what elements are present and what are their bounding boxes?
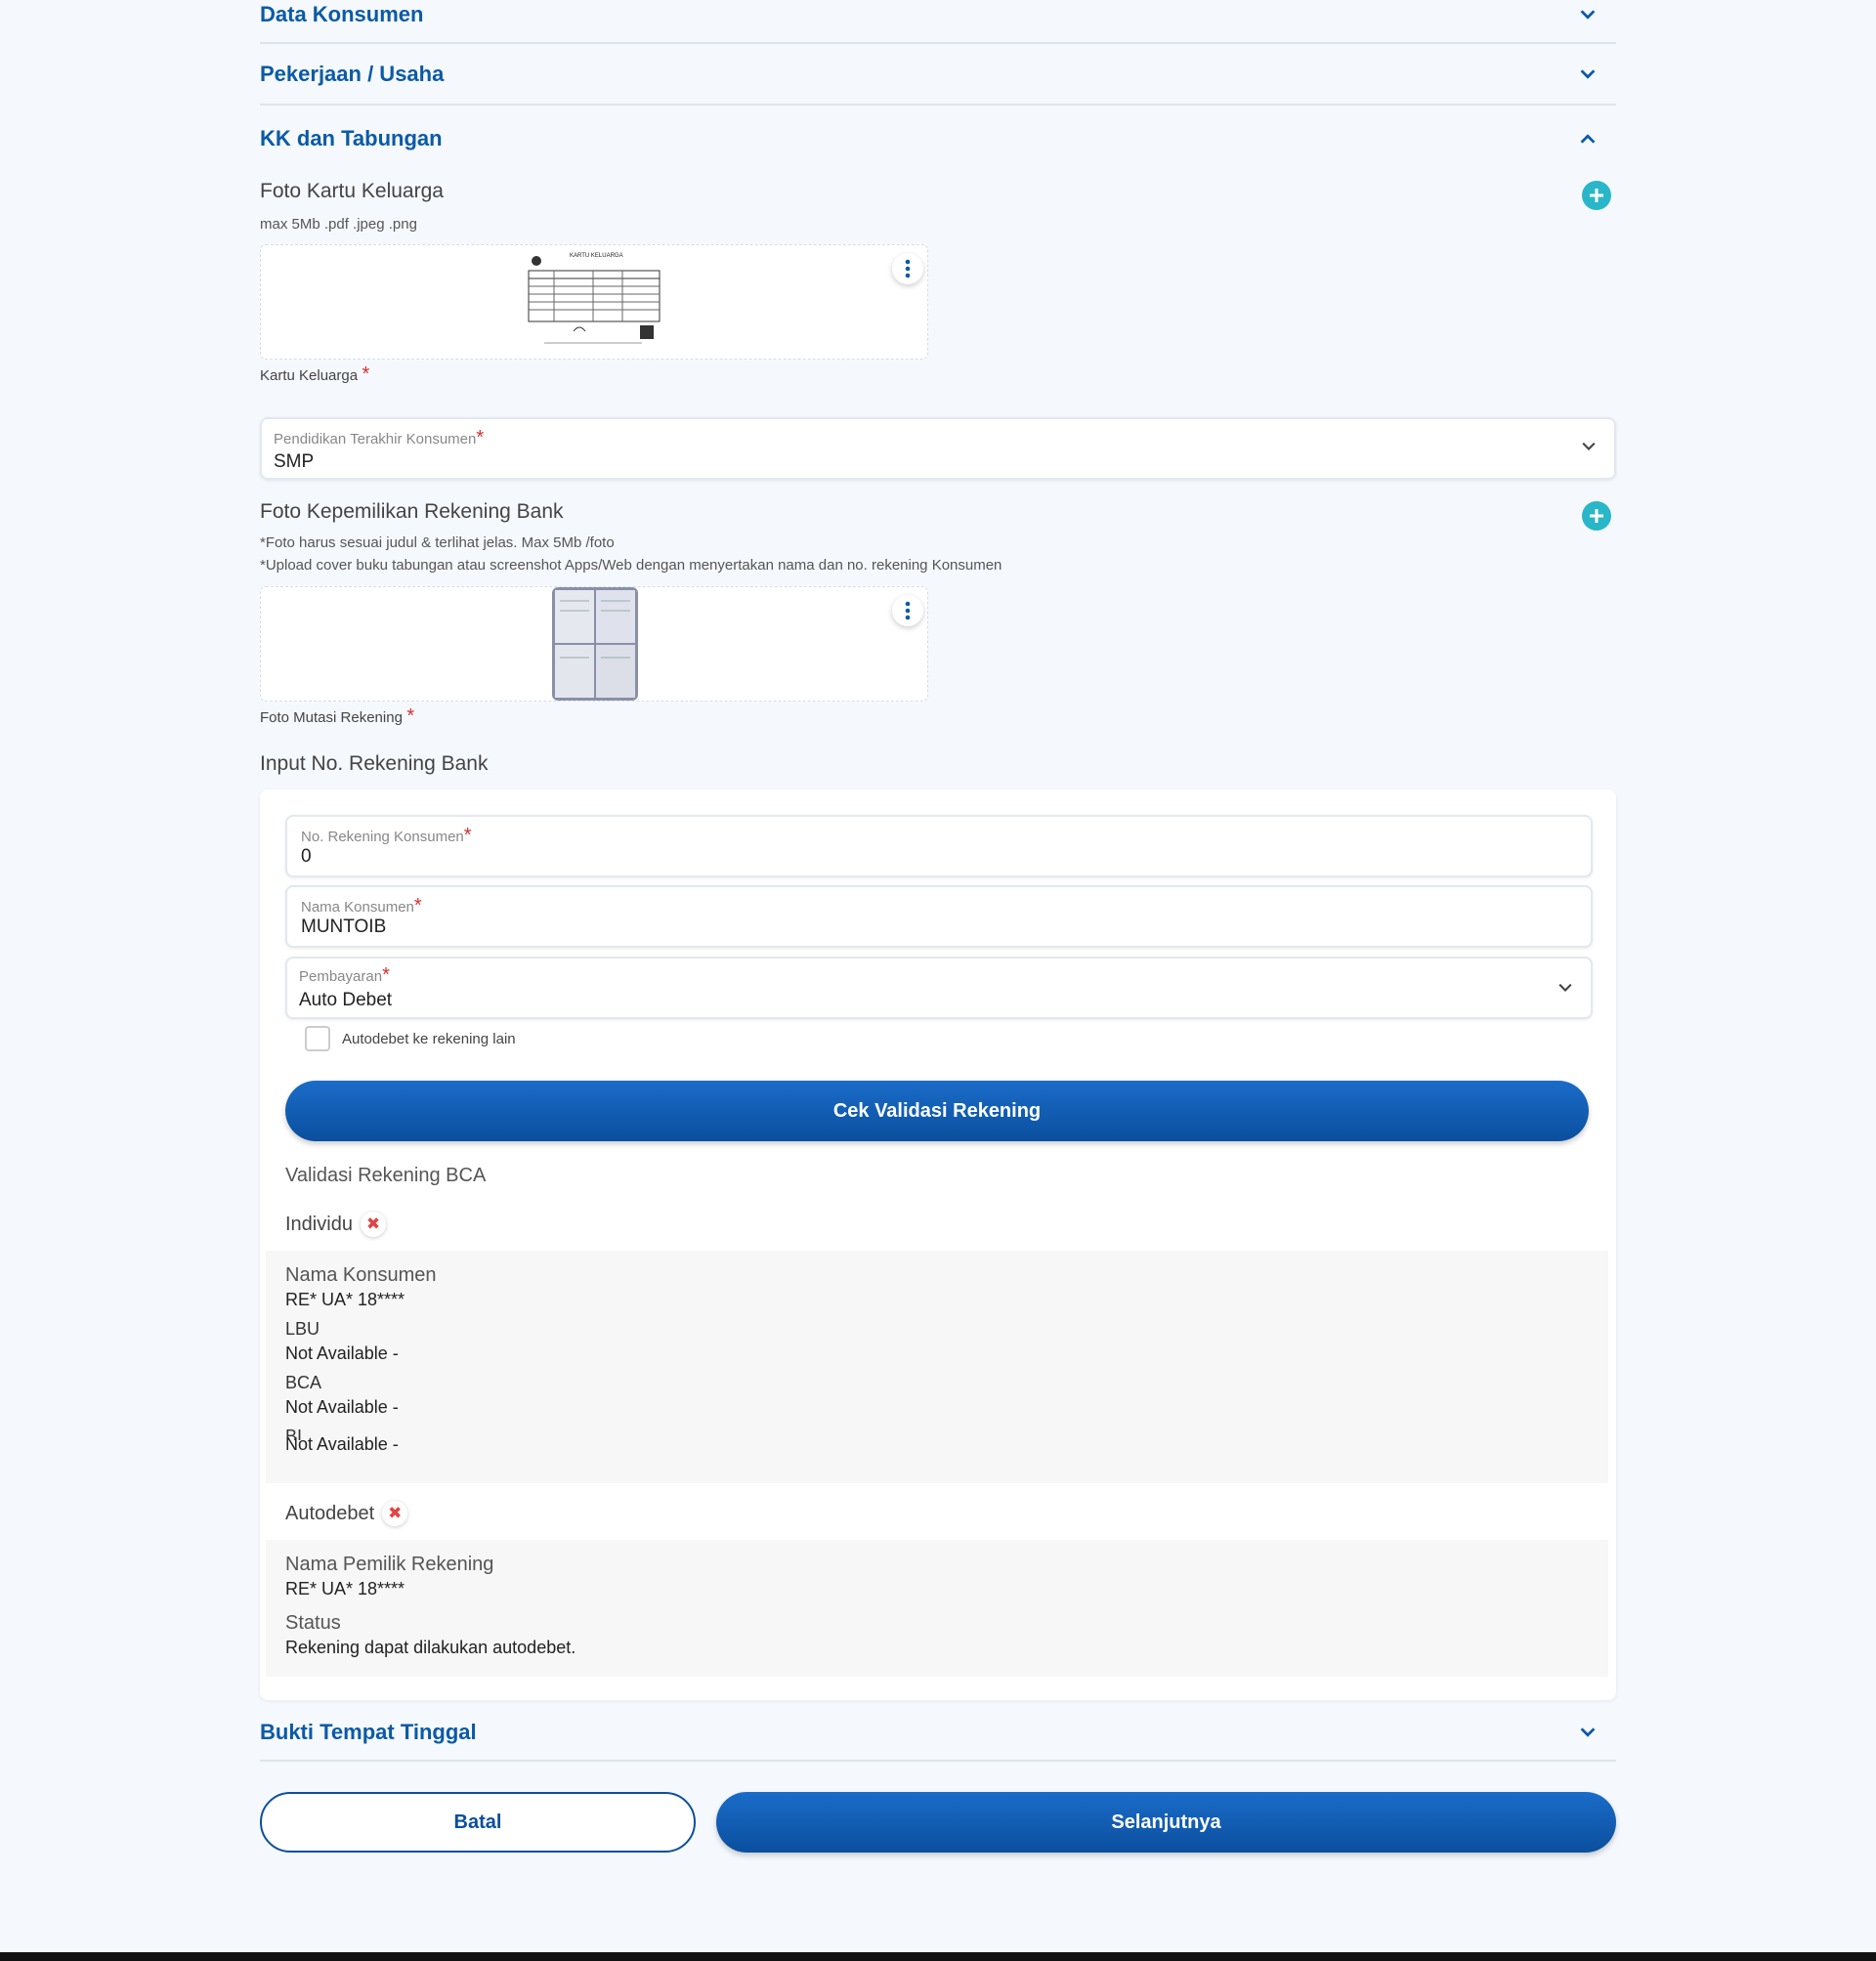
- chevron-down-icon[interactable]: [1577, 1722, 1599, 1743]
- accordion-bukti-tempat-tinggal[interactable]: Bukti Tempat Tinggal: [260, 1705, 1616, 1762]
- cek-validasi-button[interactable]: Cek Validasi Rekening: [285, 1081, 1589, 1141]
- individu-label: Individu: [285, 1213, 353, 1235]
- plus-circle-icon: [1582, 501, 1611, 531]
- kk-document-image: KARTU KELUARGA: [525, 249, 663, 355]
- required-mark: *: [382, 964, 390, 986]
- pendidikan-select[interactable]: Pendidikan Terakhir Konsumen* SMP: [260, 417, 1616, 480]
- autodebet-label: Autodebet: [285, 1502, 375, 1524]
- no-rekening-input[interactable]: No. Rekening Konsumen* 0: [285, 815, 1593, 877]
- pembayaran-label: Pembayaran: [299, 968, 383, 985]
- nama-konsumen-val: RE* UA* 18****: [285, 1290, 405, 1309]
- add-rekening-photo-button[interactable]: [1581, 500, 1612, 532]
- rekening-hint-2: *Upload cover buku tabungan atau screens…: [260, 557, 1002, 574]
- rekening-file-label: Foto Mutasi Rekening *: [260, 705, 414, 728]
- pembayaran-select[interactable]: Pembayaran* Auto Debet: [285, 957, 1593, 1019]
- no-rekening-label: No. Rekening Konsumen: [301, 829, 464, 845]
- bca-key: BCA: [285, 1373, 322, 1392]
- no-rekening-value: 0: [301, 846, 312, 867]
- kk-upload-box[interactable]: KARTU KELUARGA: [260, 244, 928, 360]
- rekening-more-button[interactable]: [892, 595, 923, 626]
- nama-konsumen-key: Nama Konsumen: [285, 1264, 437, 1286]
- autodebet-detail: Nama Pemilik Rekening RE* UA* 18**** Sta…: [266, 1540, 1608, 1677]
- kk-more-button[interactable]: [892, 253, 923, 284]
- input-rekening-title: Input No. Rekening Bank: [260, 752, 489, 775]
- chevron-down-icon[interactable]: [1579, 437, 1599, 456]
- kk-file-label: Kartu Keluarga *: [260, 363, 369, 386]
- pembayaran-value: Auto Debet: [299, 990, 393, 1010]
- kk-thumb-title: KARTU KELUARGA: [570, 253, 623, 259]
- rekening-file-label-text: Foto Mutasi Rekening: [260, 709, 403, 726]
- chevron-down-icon[interactable]: [1577, 4, 1599, 25]
- validasi-title: Validasi Rekening BCA: [285, 1165, 487, 1186]
- kk-thumbnail[interactable]: KARTU KELUARGA: [525, 249, 663, 355]
- required-mark: *: [413, 895, 422, 917]
- rekening-hint-1: *Foto harus sesuai judul & terlihat jela…: [260, 534, 615, 551]
- nama-konsumen-value: MUNTOIB: [301, 917, 387, 937]
- more-vertical-icon: [905, 259, 911, 278]
- plus-circle-icon: [1582, 181, 1611, 210]
- accordion-title: Data Konsumen: [260, 2, 424, 26]
- rekening-thumbnail[interactable]: [552, 587, 638, 701]
- add-kk-photo-button[interactable]: [1581, 180, 1612, 211]
- chevron-up-icon[interactable]: [1577, 128, 1599, 149]
- nama-konsumen-input[interactable]: Nama Konsumen* MUNTOIB: [285, 885, 1593, 948]
- individu-row: Individu ✖: [285, 1212, 386, 1237]
- autodebet-checkbox-row[interactable]: Autodebet ke rekening lain: [305, 1026, 516, 1051]
- accordion-title: Bukti Tempat Tinggal: [260, 1720, 477, 1744]
- autodebet-row: Autodebet ✖: [285, 1501, 408, 1526]
- pemilik-val: RE* UA* 18****: [285, 1579, 405, 1599]
- accordion-kk-tabungan[interactable]: KK dan Tabungan: [260, 107, 1616, 170]
- required-mark: *: [362, 363, 370, 385]
- pendidikan-label: Pendidikan Terakhir Konsumen: [274, 431, 477, 448]
- lbu-key: LBU: [285, 1319, 320, 1339]
- status-val: Rekening dapat dilakukan autodebet.: [285, 1638, 576, 1657]
- lbu-val: Not Available -: [285, 1343, 399, 1363]
- bi-val: Not Available -: [285, 1434, 399, 1454]
- autodebet-checkbox[interactable]: [305, 1026, 330, 1051]
- kk-section-title: Foto Kartu Keluarga: [260, 180, 444, 202]
- rekening-upload-box[interactable]: [260, 586, 928, 702]
- close-icon: ✖: [360, 1212, 386, 1237]
- bottom-bar: [0, 1952, 1876, 1961]
- chevron-down-icon[interactable]: [1556, 978, 1575, 998]
- required-mark: *: [463, 825, 472, 846]
- rekening-photo-image: [552, 587, 638, 701]
- selanjutnya-button[interactable]: Selanjutnya: [716, 1792, 1616, 1853]
- nama-konsumen-label: Nama Konsumen: [301, 899, 414, 916]
- individu-detail-tail: Not Available -: [266, 1434, 1608, 1483]
- kk-file-label-text: Kartu Keluarga: [260, 367, 359, 384]
- required-mark: *: [406, 705, 415, 727]
- kk-hint: max 5Mb .pdf .jpeg .png: [260, 216, 417, 233]
- accordion-title: Pekerjaan / Usaha: [260, 61, 445, 86]
- accordion-data-konsumen[interactable]: Data Konsumen: [260, 0, 1616, 44]
- individu-detail: Nama Konsumen RE* UA* 18**** LBU Not Ava…: [266, 1251, 1608, 1446]
- accordion-pekerjaan[interactable]: Pekerjaan / Usaha: [260, 44, 1616, 106]
- status-key: Status: [285, 1612, 341, 1634]
- pemilik-key: Nama Pemilik Rekening: [285, 1554, 494, 1575]
- rekening-foto-title: Foto Kepemilikan Rekening Bank: [260, 500, 564, 523]
- bca-val: Not Available -: [285, 1397, 399, 1417]
- pendidikan-value: SMP: [274, 451, 315, 472]
- rekening-card: No. Rekening Konsumen* 0 Nama Konsumen* …: [260, 789, 1616, 1700]
- batal-button[interactable]: Batal: [260, 1792, 696, 1853]
- close-icon: ✖: [382, 1501, 408, 1526]
- accordion-title: KK dan Tabungan: [260, 126, 443, 150]
- more-vertical-icon: [905, 601, 911, 620]
- required-mark: *: [476, 427, 485, 448]
- autodebet-checkbox-label: Autodebet ke rekening lain: [342, 1030, 516, 1047]
- chevron-down-icon[interactable]: [1577, 64, 1599, 85]
